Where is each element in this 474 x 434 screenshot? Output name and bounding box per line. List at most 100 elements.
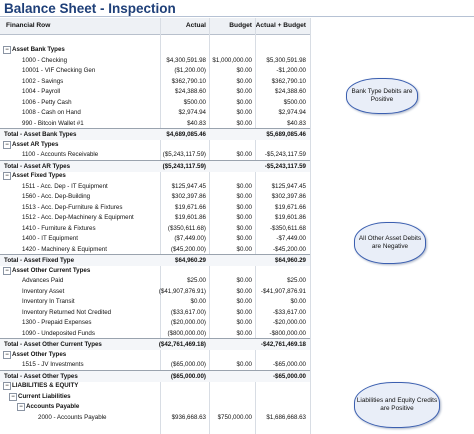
table-row: 1513 - Acc. Dep-Furniture & Fixtures $19,… [0, 202, 310, 213]
table-row: 10001 - VIF Checking Gen ($1,200.00) $0.00… [0, 65, 310, 76]
column-header-budget[interactable]: Budget [229, 22, 252, 29]
row-name: Current Liabilities [18, 392, 71, 400]
budget-value: $0.00 [236, 319, 252, 326]
actual-budget-value: $19,601.86 [275, 214, 306, 221]
row-name: 1006 - Petty Cash [22, 98, 72, 106]
table-header: Financial Row Actual Budget Actual + Bud… [0, 18, 310, 35]
actual-value: ($41,907,876.91) [158, 287, 206, 295]
callout-bubble: Liabilities and Equity Credits are Posit… [354, 382, 440, 428]
table-row: Inventory Asset ($41,907,876.91) $0.00 -$41… [0, 286, 310, 297]
collapse-icon[interactable]: − [3, 350, 11, 359]
actual-value: ($1,200.00) [174, 67, 206, 74]
row-name: 1008 - Cash on Hand [22, 109, 81, 116]
actual-budget-value: $500.00 [283, 98, 306, 106]
column-header-actual[interactable]: Actual [186, 22, 206, 29]
row-name: Inventory In Transit [22, 298, 75, 305]
actual-budget-value: -$33,617.00 [272, 308, 306, 316]
column-header-financial-row[interactable]: Financial Row [6, 22, 50, 29]
budget-value: $0.00 [236, 98, 252, 106]
row-name: 990 - Bitcoin Wallet #1 [22, 119, 84, 127]
actual-budget-value: -$1,200.00 [276, 67, 306, 74]
callout-text: Bank Type Debits are Positive [351, 88, 413, 103]
budget-value: $0.00 [236, 119, 252, 127]
actual-budget-value: $25.00 [287, 277, 306, 284]
row-name: 1511 - Acc. Dep - IT Equipment [22, 182, 108, 190]
actual-value: ($33,617.00) [170, 308, 206, 316]
actual-budget-value: $302,397.86 [271, 193, 306, 200]
table-row: 1006 - Petty Cash $500.00 $0.00 $500.00 [0, 97, 310, 108]
column-header-actual-budget[interactable]: Actual + Budget [256, 22, 306, 29]
actual-value: $302,397.86 [171, 193, 206, 200]
collapse-icon[interactable]: − [3, 266, 11, 275]
table-row: 1000 - Checking $4,300,591.98 $1,000,000.0… [0, 55, 310, 66]
collapse-icon[interactable]: − [17, 403, 25, 411]
section-row: − Asset AR Types [0, 139, 310, 150]
actual-budget-value: $0.00 [290, 298, 306, 305]
budget-value: $750,000.00 [217, 413, 252, 421]
actual-value: $19,671.66 [175, 203, 206, 211]
actual-budget-value: -$20,000.00 [272, 319, 306, 326]
budget-value: $0.00 [236, 67, 252, 74]
budget-value: $0.00 [236, 77, 252, 85]
actual-value: ($45,200.00) [170, 245, 206, 253]
row-name: 1560 - Acc. Dep-Building [22, 193, 91, 200]
actual-budget-value: $362,790.10 [271, 77, 306, 85]
collapse-icon[interactable]: − [3, 140, 11, 149]
actual-value: $936,668.63 [171, 413, 206, 421]
table-row: Advances Paid $25.00 $0.00 $25.00 [0, 275, 310, 286]
row-name: 1000 - Checking [22, 56, 68, 64]
actual-value: ($7,449.00) [174, 235, 206, 242]
budget-value: $0.00 [236, 88, 252, 95]
actual-value: ($65,000.00) [170, 361, 206, 368]
budget-value: $0.00 [236, 182, 252, 190]
table-row: 2000 - Accounts Payable $936,668.63 $750,0… [0, 412, 310, 423]
callout-bubble: All Other Asset Debits are Negative [354, 222, 426, 264]
section-row: − LIABILITIES & EQUITY [0, 380, 310, 391]
row-name: LIABILITIES & EQUITY [12, 382, 79, 389]
actual-budget-value: $40.83 [287, 119, 306, 127]
actual-budget-value: $2,974.94 [278, 109, 306, 116]
collapse-icon[interactable]: − [3, 382, 11, 390]
budget-value: $0.00 [236, 203, 252, 211]
row-name: 1420 - Machinery & Equipment [22, 245, 107, 253]
table-row: 1004 - Payroll $24,388.60 $0.00 $24,388.60 [0, 86, 310, 97]
row-name: Accounts Payable [26, 403, 80, 410]
row-name: 1090 - Undeposited Funds [22, 329, 95, 337]
actual-value: $25.00 [187, 277, 206, 284]
table-row: Inventory Returned Not Credited ($33,617.… [0, 307, 310, 318]
row-name: 2000 - Accounts Payable [38, 413, 107, 421]
row-name: Asset Fixed Types [12, 172, 66, 179]
actual-budget-value: -$350,611.68 [269, 224, 306, 232]
budget-value: $0.00 [236, 224, 252, 232]
callout-text: All Other Asset Debits are Negative [358, 235, 422, 250]
actual-budget-value: -$5,243,117.59 [264, 151, 306, 158]
callout-bubble: Bank Type Debits are Positive [346, 78, 418, 114]
budget-value: $0.00 [236, 329, 252, 337]
budget-value: $0.00 [236, 235, 252, 242]
table-row: 1090 - Undeposited Funds ($800,000.00) $0.… [0, 328, 310, 339]
table-row: 1400 - IT Equipment ($7,449.00) $0.00 -$7,4… [0, 233, 310, 244]
section-row: − Asset Other Types [0, 349, 310, 360]
budget-value: $0.00 [236, 298, 252, 305]
actual-value: ($800,000.00) [167, 329, 206, 337]
row-name: Asset Bank Types [12, 46, 65, 53]
collapse-icon[interactable]: − [3, 46, 11, 54]
section-row: − Accounts Payable [0, 401, 310, 412]
actual-budget-value: $5,300,591.98 [266, 56, 306, 64]
actual-budget-value: $24,388.60 [275, 88, 306, 95]
row-name: Asset Other Current Types [12, 266, 91, 274]
row-name: 1513 - Acc. Dep-Furniture & Fixtures [22, 203, 123, 211]
budget-value: $1,000,000.00 [212, 56, 252, 64]
budget-value: $0.00 [236, 308, 252, 316]
row-name: Asset AR Types [12, 140, 59, 148]
collapse-icon[interactable]: − [9, 392, 17, 401]
table-row: 1002 - Savings $362,790.10 $0.00 $362,790.1… [0, 76, 310, 87]
actual-value: $0.00 [190, 298, 206, 305]
row-name: Inventory Asset [22, 287, 65, 295]
section-row: − Asset Fixed Types [0, 170, 310, 181]
budget-value: $0.00 [236, 151, 252, 158]
collapse-icon[interactable]: − [3, 172, 11, 180]
row-name: Asset Other Types [12, 350, 67, 358]
table-row: 1511 - Acc. Dep - IT Equipment $125,947.4… [0, 181, 310, 192]
actual-value: ($5,243,117.59) [162, 151, 206, 158]
